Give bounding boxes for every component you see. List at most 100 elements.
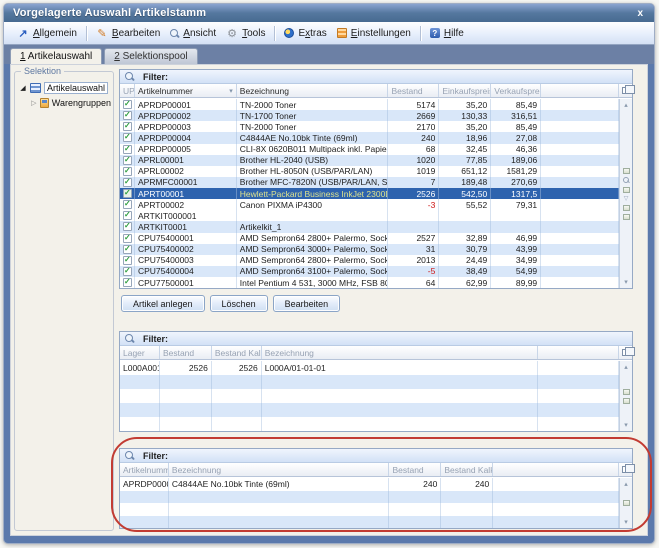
column-header-filler[interactable]: [538, 346, 619, 359]
table-row[interactable]: CPU75400001AMD Sempron64 2800+ Palermo, …: [120, 233, 619, 244]
column-header-lager[interactable]: Lager: [120, 346, 160, 359]
column-header-filler[interactable]: [541, 84, 619, 97]
cell-up: [120, 188, 135, 199]
cell-lager: [120, 375, 160, 389]
grid-filter-row[interactable]: Filter:: [120, 332, 632, 346]
scroll-down-icon[interactable]: ▾: [624, 278, 628, 286]
table-row[interactable]: ARTKIT0001Artikelkit_1: [120, 221, 619, 232]
artikel-anlegen-button[interactable]: Artikel anlegen: [121, 295, 205, 312]
cell-bestand: 68: [388, 144, 439, 155]
grid-scroll-strip[interactable]: ▴▾: [619, 361, 632, 431]
cell-filler: [541, 221, 619, 232]
bearbeiten-button[interactable]: Bearbeiten: [273, 295, 341, 312]
table-row[interactable]: [120, 491, 619, 504]
grid-icon[interactable]: [623, 168, 630, 174]
expanded-icon[interactable]: ◢: [19, 84, 27, 92]
cell-lager: L000A001: [120, 361, 160, 375]
close-icon[interactable]: x: [635, 8, 645, 19]
tree-node-label: Artikelauswahl: [44, 82, 108, 94]
column-header-bezeichnung[interactable]: Bezeichnung: [237, 84, 389, 97]
loeschen-button[interactable]: Löschen: [210, 295, 268, 312]
column-header-filler[interactable]: [493, 463, 619, 476]
table-row[interactable]: APRL00001Brother HL-2040 (USB)102077,851…: [120, 155, 619, 166]
menu-item-einstellungen[interactable]: Einstellungen: [332, 26, 416, 41]
table-row[interactable]: APRMFC00001Brother MFC-7820N (USB/PAR/LA…: [120, 177, 619, 188]
table-row[interactable]: APRL00002Brother HL-8050N (USB/PAR/LAN)1…: [120, 166, 619, 177]
table-row[interactable]: [120, 516, 619, 529]
menu-item-ansicht[interactable]: Ansicht: [165, 26, 221, 41]
column-header-bestand[interactable]: Bestand: [389, 463, 441, 476]
sort-descending-icon: ▾: [229, 87, 233, 95]
grid-icon[interactable]: [623, 398, 630, 404]
settings-icon: [337, 28, 347, 38]
grid-icon[interactable]: [623, 500, 630, 506]
menu-item-bearbeiten[interactable]: ✎Bearbeiten: [91, 25, 165, 41]
table-row[interactable]: [120, 403, 619, 417]
table-row[interactable]: APRDP00002TN-1700 Toner2669130,33316,51: [120, 110, 619, 121]
table-row[interactable]: CPU77500001Intel Pentium 4 531, 3000 MHz…: [120, 277, 619, 288]
tree-node-artikelauswahl[interactable]: ◢ Artikelauswahl: [19, 80, 111, 95]
column-header-up[interactable]: UP: [120, 84, 135, 97]
table-row[interactable]: [120, 417, 619, 431]
grid-filter-row[interactable]: Filter:: [120, 449, 632, 463]
grid-icon[interactable]: [623, 214, 630, 220]
menu-item-tools[interactable]: ⚙Tools: [221, 25, 270, 41]
table-row[interactable]: CPU75400002AMD Sempron64 3000+ Palermo, …: [120, 244, 619, 255]
tab-selektionspool[interactable]: 2 Selektionspool: [104, 48, 197, 64]
column-header-einkaufspreis[interactable]: Einkaufspreis: [439, 84, 491, 97]
magnifier-icon[interactable]: [623, 177, 630, 184]
column-header-artikelnummer[interactable]: Artikelnummer▾: [135, 84, 237, 97]
column-header-bestand_kalk[interactable]: Bestand Kalk.: [441, 463, 493, 476]
grid-scroll-strip[interactable]: ▴▾: [619, 478, 632, 528]
column-header-bestand[interactable]: Bestand: [388, 84, 439, 97]
menu-item-allgemein[interactable]: ↗Allgemein: [12, 25, 82, 41]
table-row[interactable]: APRDP00003TN-2000 Toner217035,2085,49: [120, 121, 619, 132]
grid-scroll-strip[interactable]: ▴ ▽ ▾: [619, 99, 632, 288]
cell-artikelnummer: ARTKIT0001: [135, 221, 237, 232]
filter-icon[interactable]: ▽: [624, 196, 629, 202]
table-row[interactable]: [120, 375, 619, 389]
scroll-down-icon[interactable]: ▾: [624, 518, 628, 526]
table-row[interactable]: CPU75400003AMD Sempron64 2800+ Palermo, …: [120, 255, 619, 266]
table-row[interactable]: CPU75400004AMD Sempron64 3100+ Palermo, …: [120, 266, 619, 277]
scroll-up-icon[interactable]: ▴: [624, 101, 628, 109]
cell-up: [120, 233, 135, 244]
grid-icon[interactable]: [623, 205, 630, 211]
table-row[interactable]: APRDP00001TN-2000 Toner517435,2085,49: [120, 99, 619, 110]
column-header-bestand_kalk[interactable]: Bestand Kalk.: [212, 346, 262, 359]
grid-icon[interactable]: [623, 389, 630, 395]
cell-verkaufspreis: 89,99: [491, 277, 541, 288]
cell-up: [120, 255, 135, 266]
column-header-bezeichnung[interactable]: Bezeichnung: [262, 346, 538, 359]
column-header-artikelnummer[interactable]: Artikelnummer: [120, 463, 169, 476]
table-row[interactable]: [120, 503, 619, 516]
cell-verkaufspreis: 189,06: [491, 155, 541, 166]
cell-bezeichnung: [262, 375, 538, 389]
grid-filter-row[interactable]: Filter:: [120, 70, 632, 84]
table-row[interactable]: [120, 389, 619, 403]
column-header-bestand[interactable]: Bestand: [160, 346, 212, 359]
menu-item-extras[interactable]: Extras: [279, 26, 331, 41]
table-row[interactable]: APRDP00004C4844AE No.10bk Tinte (69ml)24…: [120, 132, 619, 143]
tree-node-warengruppen[interactable]: ▷Warengruppen: [19, 95, 111, 110]
menu-item-hilfe[interactable]: ?Hilfe: [425, 26, 469, 41]
tab-artikelauswahl[interactable]: 1 Artikelauswahl: [10, 48, 102, 64]
collapsed-icon[interactable]: ▷: [31, 99, 37, 107]
scroll-down-icon[interactable]: ▾: [624, 421, 628, 429]
table-row[interactable]: ARTKIT000001: [120, 210, 619, 221]
scroll-up-icon[interactable]: ▴: [624, 480, 628, 488]
table-row[interactable]: APRT00002Canon PIXMA iP4300-355,5279,31: [120, 199, 619, 210]
table-row[interactable]: APRT00001Hewlett-Packard Business InkJet…: [120, 188, 619, 199]
grid-header-strip: [619, 84, 632, 97]
column-header-bezeichnung[interactable]: Bezeichnung: [169, 463, 390, 476]
column-chooser-icon[interactable]: [622, 466, 630, 473]
column-header-verkaufspreis[interactable]: Verkaufspreis: [491, 84, 541, 97]
table-row[interactable]: APRDP00005CLI-8X 0620B011 Multipack inkl…: [120, 144, 619, 155]
scroll-up-icon[interactable]: ▴: [624, 363, 628, 371]
title-bar: Vorgelagerte Auswahl Artikelstamm x: [4, 4, 654, 22]
column-chooser-icon[interactable]: [622, 87, 630, 94]
grid-icon[interactable]: [623, 187, 630, 193]
table-row[interactable]: L000A00125262526L000A/01-01-01: [120, 361, 619, 375]
table-row[interactable]: APRDP00004C4844AE No.10bk Tinte (69ml)24…: [120, 478, 619, 491]
column-chooser-icon[interactable]: [622, 349, 630, 356]
